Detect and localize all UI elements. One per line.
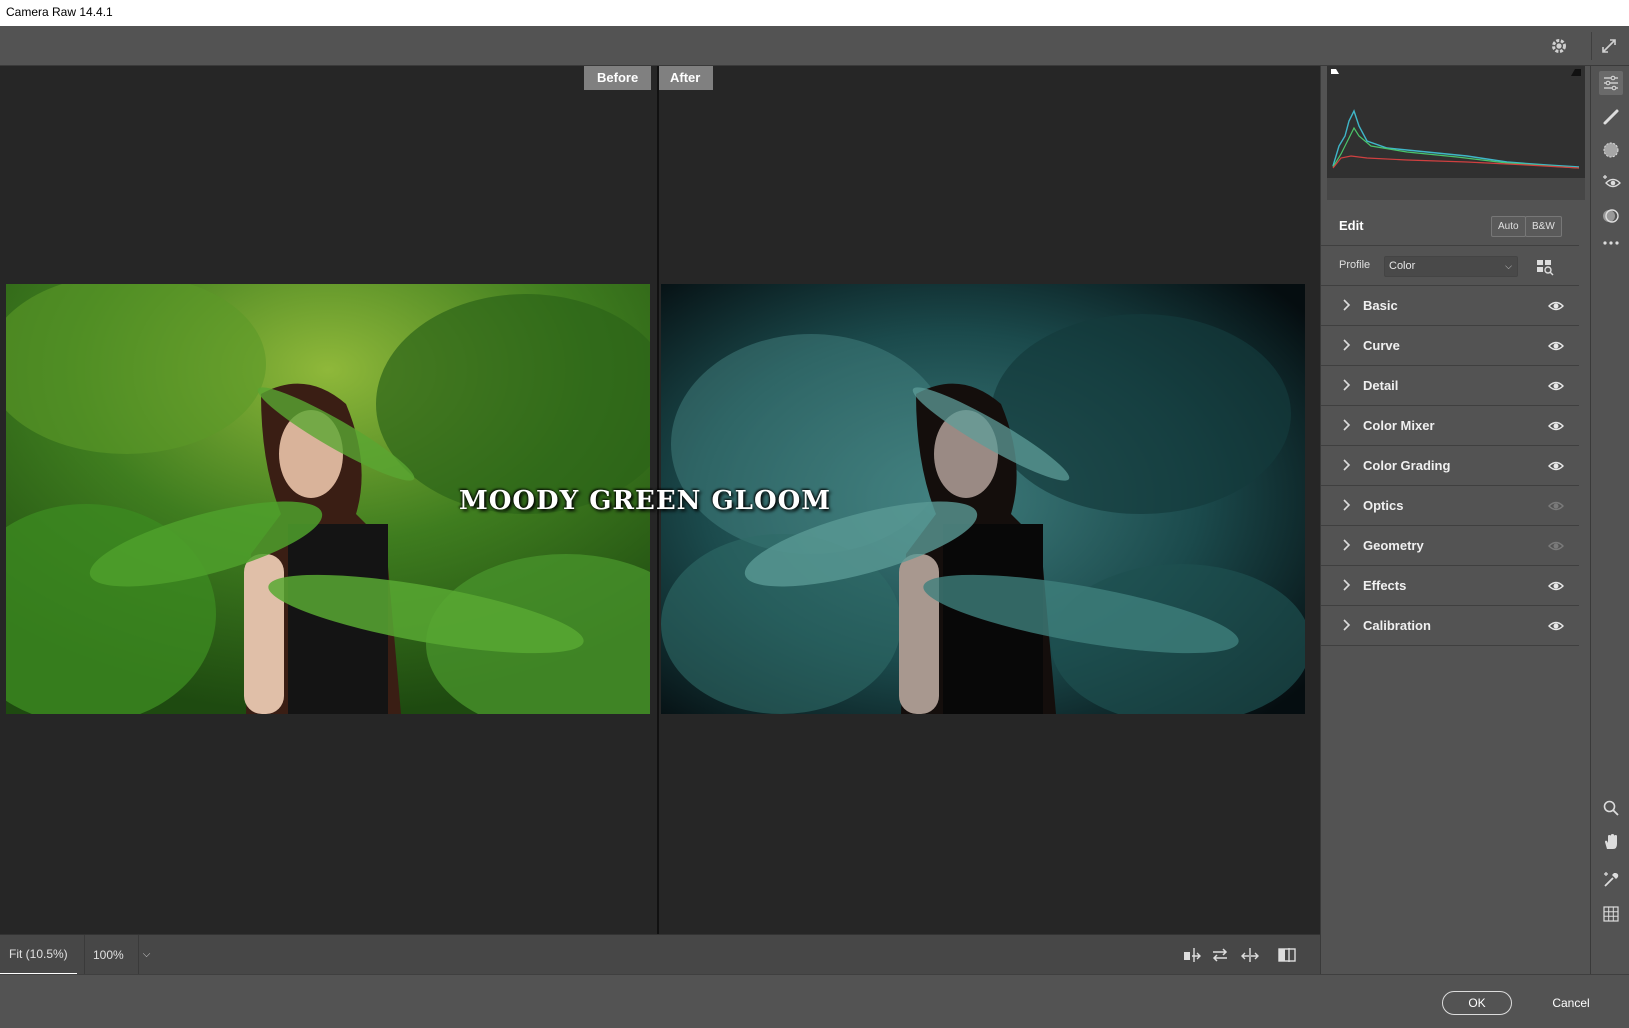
section-color-mixer[interactable]: Color Mixer: [1321, 406, 1579, 446]
viewer-bottom-bar: Fit (10.5%) 100% ⌵: [0, 934, 1320, 975]
histogram-red-channel: [1332, 155, 1580, 169]
chevron-right-icon: [1341, 498, 1353, 512]
preset-overlay-title: MOODY GREEN GLOOM: [458, 486, 832, 516]
chevron-right-icon: [1341, 618, 1353, 632]
section-label: Calibration: [1363, 618, 1431, 633]
ok-button[interactable]: OK: [1442, 991, 1512, 1015]
section-label: Basic: [1363, 298, 1398, 313]
grid-icon[interactable]: [1599, 902, 1623, 926]
hand-icon[interactable]: [1599, 830, 1623, 854]
tool-strip: [1590, 66, 1629, 974]
copy-settings-icon[interactable]: [1240, 945, 1260, 965]
profile-row: Profile Color ⌵: [1321, 246, 1579, 286]
section-basic[interactable]: Basic: [1321, 286, 1579, 326]
eye-icon[interactable]: [1547, 618, 1565, 634]
eye-icon[interactable]: [1547, 378, 1565, 394]
masking-icon[interactable]: [1599, 138, 1623, 162]
after-label: After: [657, 66, 714, 90]
eye-icon[interactable]: [1547, 418, 1565, 434]
zoom-fit-button[interactable]: Fit (10.5%): [0, 935, 77, 975]
swap-before-after-icon[interactable]: [1182, 945, 1202, 965]
eye-icon[interactable]: [1547, 338, 1565, 354]
top-toolbar: [0, 26, 1629, 66]
section-calibration[interactable]: Calibration: [1321, 606, 1579, 646]
cancel-button[interactable]: Cancel: [1543, 991, 1599, 1015]
chevron-right-icon: [1341, 378, 1353, 392]
gear-icon[interactable]: [1548, 35, 1570, 57]
eye-icon[interactable]: [1547, 458, 1565, 474]
chevron-right-icon: [1341, 578, 1353, 592]
eye-icon[interactable]: [1547, 538, 1565, 554]
section-label: Color Grading: [1363, 458, 1451, 473]
edit-title: Edit: [1339, 218, 1364, 233]
chevron-right-icon: [1341, 418, 1353, 432]
histogram: [1327, 66, 1585, 178]
section-label: Geometry: [1363, 538, 1424, 553]
zoom-icon[interactable]: [1599, 796, 1623, 820]
color-sampler-icon[interactable]: [1599, 868, 1623, 892]
profile-browser-icon[interactable]: [1536, 258, 1554, 276]
profile-select[interactable]: Color ⌵: [1384, 256, 1518, 277]
dialog-footer: OK Cancel: [0, 974, 1629, 1028]
bw-button[interactable]: B&W: [1525, 216, 1562, 237]
section-color-grading[interactable]: Color Grading: [1321, 446, 1579, 486]
chevron-right-icon: [1341, 298, 1353, 312]
view-mode-icon[interactable]: [1277, 945, 1297, 965]
eye-icon[interactable]: [1547, 578, 1565, 594]
presets-icon[interactable]: [1599, 204, 1623, 228]
profile-label: Profile: [1339, 259, 1371, 271]
chevron-right-icon: [1341, 538, 1353, 552]
auto-button[interactable]: Auto: [1491, 216, 1526, 237]
section-label: Optics: [1363, 498, 1404, 513]
edit-sliders-icon[interactable]: [1599, 71, 1623, 95]
section-geometry[interactable]: Geometry: [1321, 526, 1579, 566]
zoom-dropdown-chevron-icon[interactable]: ⌵: [138, 935, 154, 975]
healing-icon[interactable]: [1599, 105, 1623, 129]
chevron-right-icon: [1341, 338, 1353, 352]
histogram-info-strip: [1327, 178, 1585, 200]
window-title: Camera Raw 14.4.1: [6, 5, 113, 19]
chevron-right-icon: [1341, 458, 1353, 472]
section-curve[interactable]: Curve: [1321, 326, 1579, 366]
fullscreen-icon[interactable]: [1598, 35, 1620, 57]
chevron-down-icon: ⌵: [1505, 261, 1512, 271]
more-icon[interactable]: [1599, 231, 1623, 255]
window-title-bar: Camera Raw 14.4.1: [0, 0, 1629, 26]
section-detail[interactable]: Detail: [1321, 366, 1579, 406]
edit-panel: Edit Auto B&W Profile Color ⌵ Basic Curve…: [1320, 66, 1590, 974]
eye-icon[interactable]: [1547, 298, 1565, 314]
section-optics[interactable]: Optics: [1321, 486, 1579, 526]
eye-icon[interactable]: [1547, 498, 1565, 514]
redeye-icon[interactable]: [1599, 171, 1623, 195]
before-label: Before: [584, 66, 652, 90]
section-label: Curve: [1363, 338, 1400, 353]
profile-select-value: Color: [1389, 260, 1416, 272]
image-viewer[interactable]: Before After MOODY GREEN GLOOM: [0, 66, 1320, 934]
section-effects[interactable]: Effects: [1321, 566, 1579, 606]
section-label: Effects: [1363, 578, 1407, 593]
section-label: Detail: [1363, 378, 1399, 393]
section-label: Color Mixer: [1363, 418, 1435, 433]
toolbar-separator: [1591, 32, 1592, 60]
swap-settings-icon[interactable]: [1210, 945, 1230, 965]
edit-header: Edit Auto B&W: [1321, 206, 1579, 246]
